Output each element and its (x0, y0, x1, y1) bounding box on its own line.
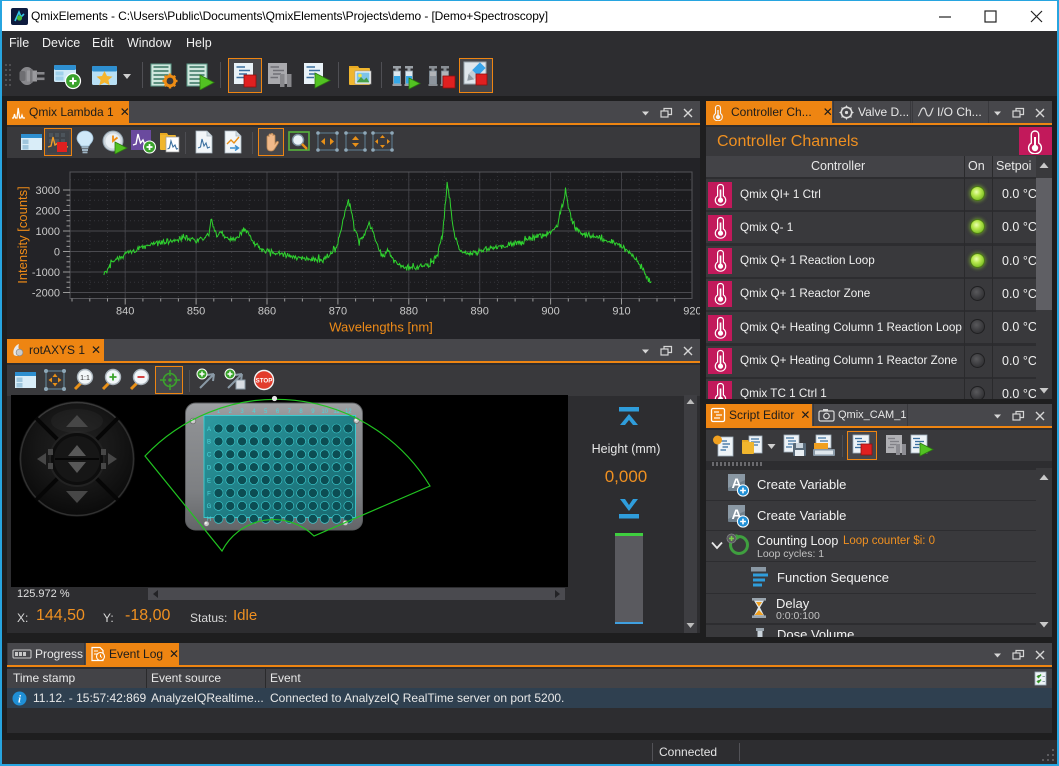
svg-text:Wavelengths [nm]: Wavelengths [nm] (329, 320, 433, 335)
svg-text:880: 880 (400, 306, 418, 318)
svg-text:F: F (207, 491, 211, 497)
svg-text:D: D (207, 466, 212, 472)
svg-text:STOP: STOP (256, 378, 273, 385)
svg-text:920: 920 (683, 306, 700, 318)
svg-text:10: 10 (321, 409, 328, 415)
svg-text:-2000: -2000 (32, 288, 60, 300)
svg-text:890: 890 (471, 306, 489, 318)
svg-text:850: 850 (187, 306, 205, 318)
svg-text:G: G (207, 504, 212, 510)
svg-text:C: C (207, 453, 212, 459)
svg-text:910: 910 (612, 306, 630, 318)
svg-text:A: A (207, 427, 211, 433)
svg-text:1:1: 1:1 (80, 375, 90, 382)
svg-text:2000: 2000 (36, 206, 60, 218)
svg-text:870: 870 (329, 306, 347, 318)
svg-text:3000: 3000 (36, 185, 60, 197)
svg-text:B: B (207, 440, 211, 446)
svg-text:1000: 1000 (36, 226, 60, 238)
svg-text:Intensity [counts]: Intensity [counts] (15, 186, 30, 284)
svg-text:-1000: -1000 (32, 267, 60, 279)
svg-text:E: E (207, 478, 211, 484)
svg-text:860: 860 (258, 306, 276, 318)
svg-text:900: 900 (541, 306, 559, 318)
svg-text:0: 0 (54, 247, 60, 259)
svg-text:840: 840 (116, 306, 134, 318)
